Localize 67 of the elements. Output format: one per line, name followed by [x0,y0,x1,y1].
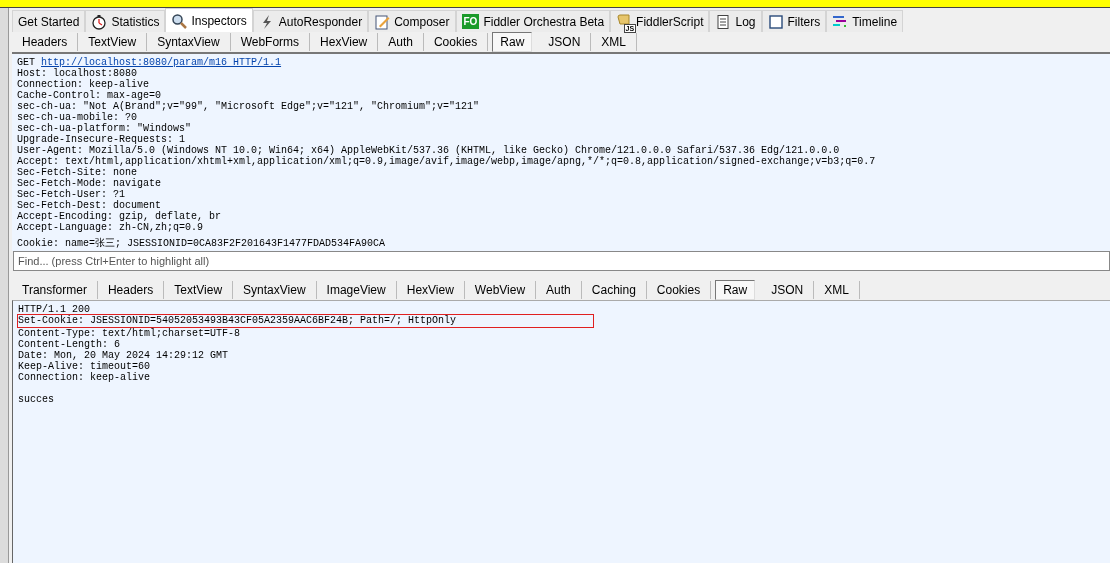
tab[interactable]: Headers [97,280,165,299]
tab[interactable]: WebForms [230,33,311,51]
request-url-link[interactable]: http://localhost:8080/param/m16 HTTP/1.1 [41,57,282,68]
badge-icon: FO [461,14,480,29]
header-line: Accept-Language: zh-CN,zh;q=0.9 [17,222,205,233]
header-line: sec-ch-ua-mobile: ?0 [17,112,139,123]
tab[interactable]: FO Fiddler Orchestra Beta [455,10,611,32]
pencil-paper-icon [374,13,391,30]
header-line: Keep-Alive: timeout=60 [18,361,152,372]
tab[interactable]: ImageView [316,280,397,299]
header-line: Connection: keep-alive [18,372,152,383]
header-line: Accept: text/html,application/xhtml+xml,application/xml;q=0.9,image/avif,image/webp,image/apng,*/*;q=0.8,application/signed-exchange;v=b3;q=0.7 [17,156,877,167]
tab[interactable]: XML [591,33,637,51]
tab[interactable]: HexView [396,280,465,299]
header-line: Content-Type: text/html;charset=UTF-8 [18,328,242,339]
header-line: sec-ch-ua-platform: "Windows" [17,123,193,134]
checkbox-icon [767,13,784,30]
tab[interactable]: AutoResponder [252,10,369,32]
magnifier-icon [171,12,188,29]
tab[interactable]: Transformer [12,280,98,299]
header-line: Upgrade-Insecure-Requests: 1 [17,134,186,145]
tab[interactable]: Raw [715,279,756,300]
tab[interactable]: Inspectors [165,8,253,32]
tab[interactable]: Statistics [85,10,166,32]
header-line: Date: Mon, 20 May 2024 14:29:12 GMT [18,350,230,361]
timeline-icon [832,13,849,30]
header-line: Sec-Fetch-Site: none [17,167,138,178]
cookie-header-line: Cookie: name=张三; JSESSIONID=0CA83F2F201643F1477FDAD534FA90CA [17,238,387,249]
header-line: Host: localhost:8080 [17,68,138,79]
header-line: Accept-Encoding: gzip, deflate, br [17,211,223,222]
tab[interactable]: Caching [581,280,647,299]
tab[interactable]: Composer [368,10,456,32]
request-method: GET [17,57,36,68]
header-line: User-Agent: Mozilla/5.0 (Windows NT 10.0; Win64; x64) AppleWebKit/537.36 (KHTML, like Gecko) Chrome/121.0.0.0 Safari/537.36 Edg/121.0.0.0 [17,145,840,156]
tab[interactable]: SyntaxView [233,280,317,299]
tab[interactable]: Cookies [646,280,712,299]
header-line: Sec-Fetch-Dest: document [17,200,163,211]
tab[interactable]: XML [814,280,860,299]
stopwatch-icon [91,13,108,30]
tab[interactable]: JSON [761,280,815,299]
tab[interactable]: Cookies [423,33,489,51]
tab[interactable]: Headers [12,33,79,51]
tab[interactable]: WebView [464,280,537,299]
header-line: Content-Length: 6 [18,339,122,350]
tab[interactable]: JSON [538,33,592,51]
header-line: Connection: keep-alive [17,79,151,90]
header-line: HTTP/1.1 200 [18,304,91,315]
tab[interactable]: Timeline [826,10,904,32]
tab[interactable]: Auth [536,280,582,299]
splitter-bar[interactable] [0,8,9,563]
tab[interactable]: SyntaxView [147,33,231,51]
find-field[interactable]: Find... (press Ctrl+Enter to highlight all) [13,251,1110,271]
tab[interactable]: Filters [761,10,827,32]
header-line: Cache-Control: max-age=0 [17,90,162,101]
tab[interactable]: HexView [310,33,379,51]
document-icon [715,13,732,30]
header-line: Sec-Fetch-User: ?1 [17,189,127,200]
header-line: Set-Cookie: JSESSIONID=54052053493B43CF05A2359AAC6BF24B; Path=/; HttpOnly [18,315,593,327]
tab[interactable]: Get Started [12,10,86,32]
tab[interactable]: TextView [164,280,234,299]
tab[interactable]: Raw [492,32,533,52]
header-line: sec-ch-ua: "Not A(Brand";v="99", "Microsoft Edge";v="121", "Chromium";v="121" [17,101,481,112]
tab[interactable]: Log [709,10,762,32]
header-line: Sec-Fetch-Mode: navigate [17,178,163,189]
tab[interactable]: TextView [78,33,148,51]
response-body-text: succes [18,394,55,405]
tab[interactable]: Auth [378,33,424,51]
